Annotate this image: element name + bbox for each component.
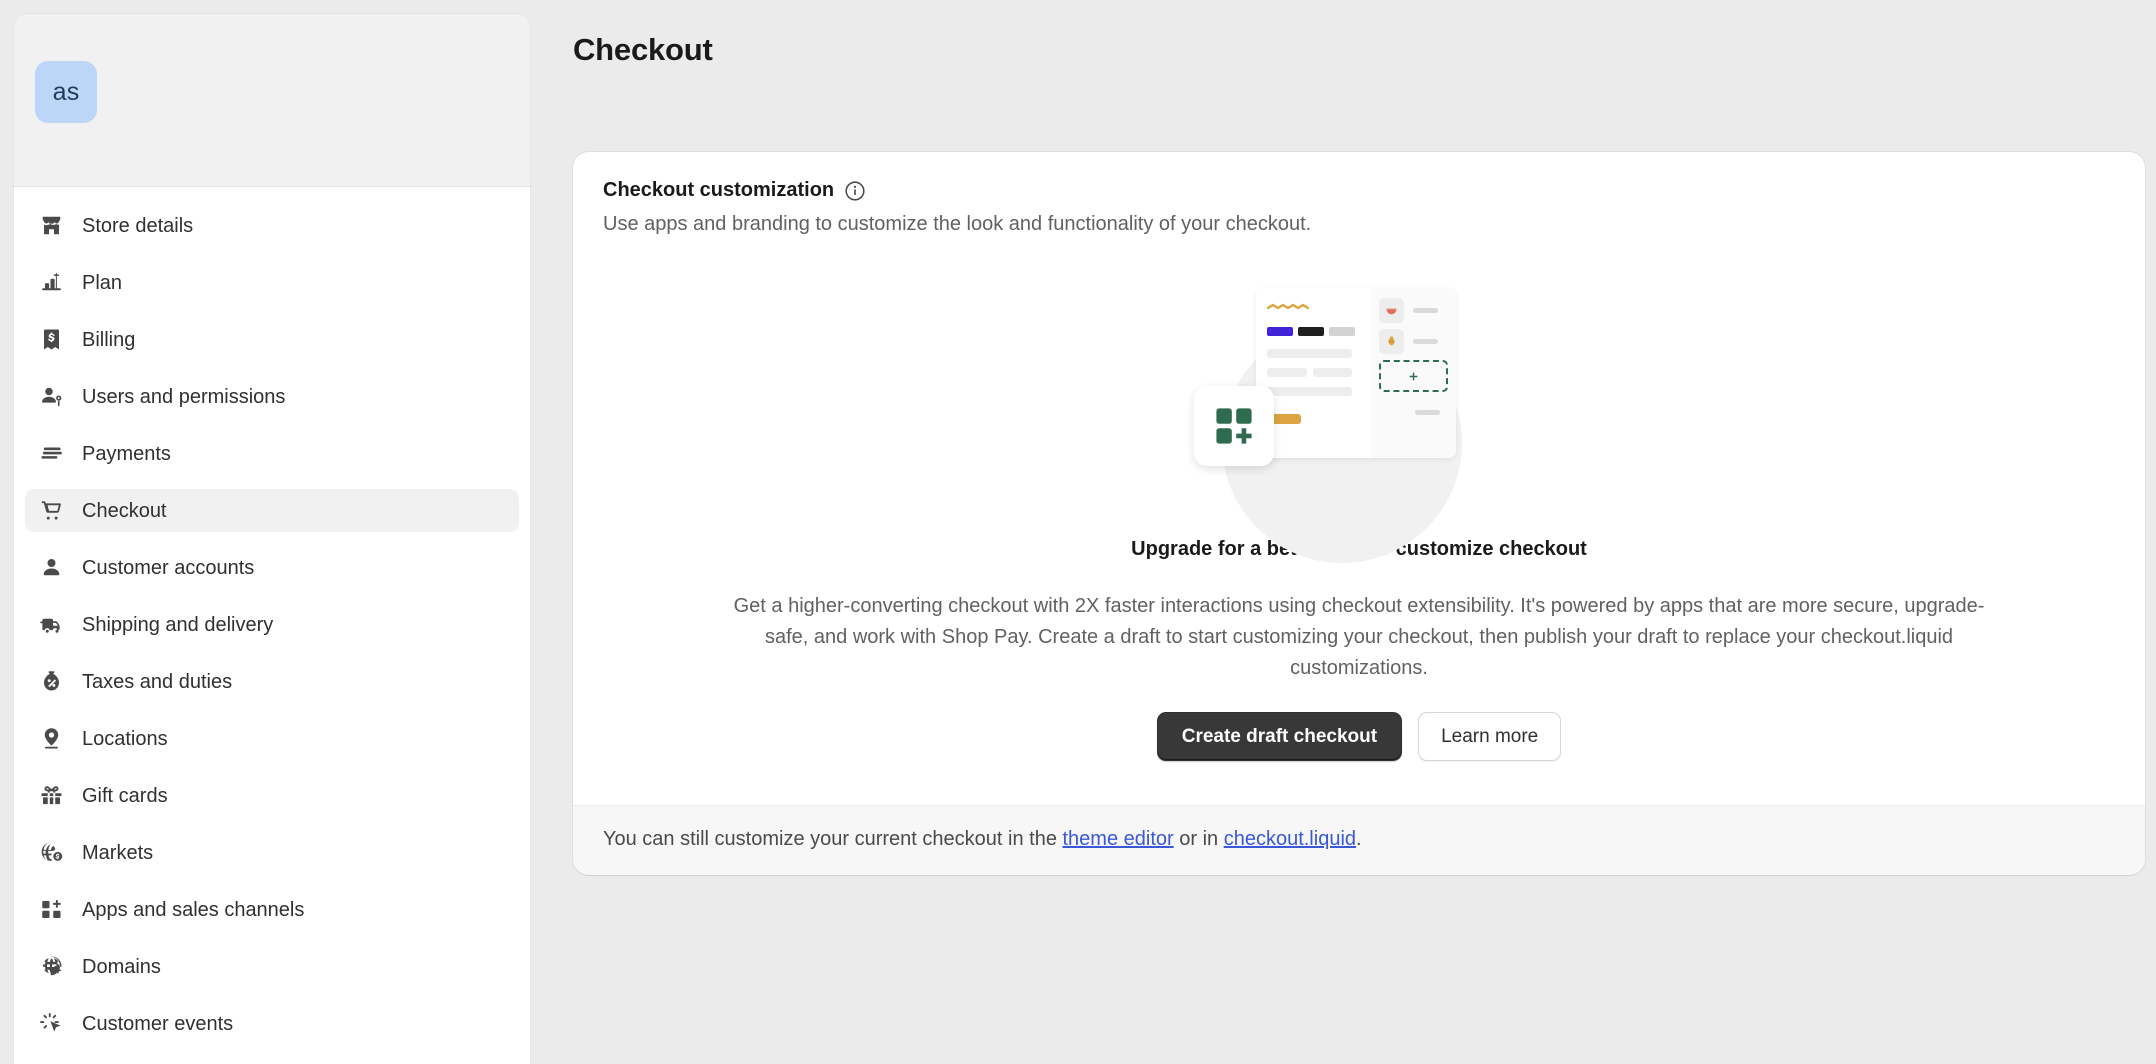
sidebar-item-label: Payments xyxy=(82,442,171,465)
illustration-line-item xyxy=(1379,298,1448,323)
sidebar-item-label: Locations xyxy=(82,727,168,750)
sidebar-item-label: Billing xyxy=(82,328,136,351)
person-icon xyxy=(39,555,64,580)
illustration-logo-squiggle xyxy=(1266,303,1310,310)
sidebar-item-label: Taxes and duties xyxy=(82,670,233,693)
cart-icon xyxy=(39,498,64,523)
footer-text-before: You can still customize your current che… xyxy=(603,828,1063,850)
main-content: Checkout Checkout customization Use apps… xyxy=(531,0,2156,1064)
illustration-field-line xyxy=(1267,349,1352,358)
avatar-initials: as xyxy=(52,77,80,106)
payments-icon xyxy=(39,441,64,466)
sidebar-item-locations[interactable]: Locations xyxy=(25,717,519,760)
illustration-field-row xyxy=(1267,368,1360,377)
sidebar-item-label: Store details xyxy=(82,214,194,237)
sidebar-item-markets[interactable]: Markets xyxy=(25,831,519,874)
sidebar-item-customer-accounts[interactable]: Customer accounts xyxy=(25,546,519,589)
card-footer: You can still customize your current che… xyxy=(573,805,2145,875)
sidebar-panel: as Store details Plan Billing Users and … xyxy=(13,13,531,1064)
illustration-checkout-preview xyxy=(1256,288,1456,458)
checkout-customization-illustration xyxy=(1194,278,1524,563)
illustration-swatch-indigo xyxy=(1267,327,1293,336)
sidebar-item-payments[interactable]: Payments xyxy=(25,432,519,475)
sidebar-item-label: Customer accounts xyxy=(82,556,255,579)
illustration-field-line xyxy=(1267,368,1307,377)
checkout-liquid-link[interactable]: checkout.liquid xyxy=(1224,828,1356,850)
illustration-total-line xyxy=(1415,410,1440,415)
sidebar-item-domains[interactable]: Domains xyxy=(25,945,519,988)
truck-icon xyxy=(39,612,64,637)
sidebar-item-label: Checkout xyxy=(82,499,167,522)
settings-checkout-page: as Store details Plan Billing Users and … xyxy=(0,0,2156,1064)
illustration-swatch-black xyxy=(1298,327,1324,336)
settings-sidebar: as Store details Plan Billing Users and … xyxy=(0,0,531,1064)
illustration-field-line xyxy=(1313,368,1352,377)
sidebar-item-shipping-and-delivery[interactable]: Shipping and delivery xyxy=(25,603,519,646)
footer-text-after: . xyxy=(1356,828,1362,850)
illustration-swatch-gray xyxy=(1329,327,1355,336)
illustration-color-swatches xyxy=(1267,327,1360,336)
illustration-line-item-label xyxy=(1413,308,1438,313)
illustration-add-app-block xyxy=(1379,360,1448,392)
sidebar-item-label: Markets xyxy=(82,841,154,864)
sidebar-item-plan[interactable]: Plan xyxy=(25,261,519,304)
illustration-line-item-label xyxy=(1413,339,1438,344)
theme-editor-link[interactable]: theme editor xyxy=(1063,828,1174,850)
sidebar-item-apps-and-sales-channels[interactable]: Apps and sales channels xyxy=(25,888,519,931)
illustration-apps-tile xyxy=(1194,386,1274,466)
sidebar-item-label: Shipping and delivery xyxy=(82,613,274,636)
create-draft-checkout-button[interactable]: Create draft checkout xyxy=(1156,712,1403,761)
globe-dollar-icon xyxy=(39,840,64,865)
illustration-field-line xyxy=(1267,387,1352,396)
sidebar-item-label: Domains xyxy=(82,955,161,978)
sidebar-item-label: Plan xyxy=(82,271,123,294)
page-title: Checkout xyxy=(573,32,713,67)
sidebar-item-label: Apps and sales channels xyxy=(82,898,305,921)
sidebar-item-label: Customer events xyxy=(82,1012,234,1035)
avatar[interactable]: as xyxy=(35,61,97,123)
illustration-product-bowl-thumb xyxy=(1379,298,1404,323)
apps-icon xyxy=(39,897,64,922)
info-icon[interactable] xyxy=(844,180,866,202)
plus-icon xyxy=(1409,372,1418,380)
apps-plus-icon xyxy=(1216,408,1252,444)
card-title-row: Checkout customization xyxy=(603,179,2115,202)
sidebar-nav: Store details Plan Billing Users and per… xyxy=(14,187,530,1064)
card-body: Checkout customization Use apps and bran… xyxy=(573,152,2145,805)
pin-icon xyxy=(39,726,64,751)
sidebar-item-customer-events[interactable]: Customer events xyxy=(25,1002,519,1045)
users-icon xyxy=(39,384,64,409)
illustration-line-item xyxy=(1379,329,1448,354)
learn-more-button[interactable]: Learn more xyxy=(1418,712,1562,761)
sidebar-item-gift-cards[interactable]: Gift cards xyxy=(25,774,519,817)
click-icon xyxy=(39,1011,64,1036)
sidebar-item-taxes-and-duties[interactable]: Taxes and duties xyxy=(25,660,519,703)
globe-cursor-icon xyxy=(39,954,64,979)
hero-description: Get a higher-converting checkout with 2X… xyxy=(733,595,1985,679)
store-icon xyxy=(39,213,64,238)
card-title: Checkout customization xyxy=(603,179,835,201)
billing-icon xyxy=(39,327,64,352)
sidebar-item-label: Users and permissions xyxy=(82,385,286,408)
sidebar-header: as xyxy=(14,14,530,187)
card-subtitle: Use apps and branding to customize the l… xyxy=(603,213,1312,235)
hero-actions: Create draft checkout Learn more xyxy=(1156,712,1562,761)
taxes-icon xyxy=(39,669,64,694)
sidebar-item-users-and-permissions[interactable]: Users and permissions xyxy=(25,375,519,418)
sidebar-item-checkout[interactable]: Checkout xyxy=(25,489,519,532)
illustration-preview-right xyxy=(1371,288,1456,458)
sidebar-item-billing[interactable]: Billing xyxy=(25,318,519,361)
upgrade-hero: Upgrade for a better way to customize ch… xyxy=(603,236,2115,805)
footer-text-middle: or in xyxy=(1173,828,1224,850)
giftcard-icon xyxy=(39,783,64,808)
sidebar-item-label: Gift cards xyxy=(82,784,168,807)
sidebar-item-store-details[interactable]: Store details xyxy=(25,204,519,247)
illustration-product-vase-thumb xyxy=(1379,329,1404,354)
plan-icon xyxy=(39,270,64,295)
checkout-customization-card: Checkout customization Use apps and bran… xyxy=(573,152,2145,875)
